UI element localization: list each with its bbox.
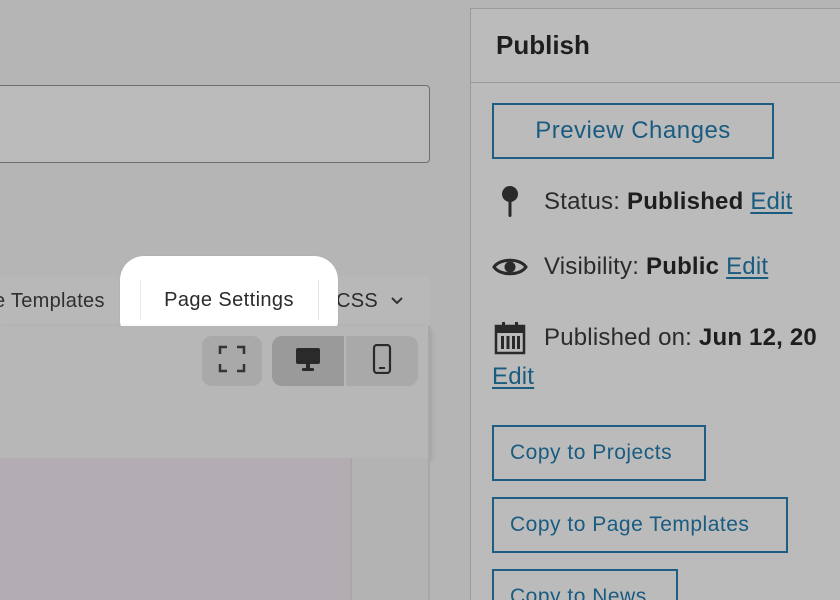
chevron-down-icon xyxy=(390,293,404,309)
status-label: Status: xyxy=(544,188,621,215)
copy-to-projects-button[interactable]: Copy to Projects xyxy=(492,425,706,481)
mobile-view-button[interactable] xyxy=(346,336,418,386)
preview-canvas xyxy=(0,458,430,600)
visibility-value: Public xyxy=(646,253,720,280)
visibility-edit-link[interactable]: Edit xyxy=(726,253,768,281)
desktop-view-button[interactable] xyxy=(272,336,344,386)
publish-panel: Publish Preview Changes Status: Publishe… xyxy=(470,8,840,600)
published-row: Published on: Jun 12, 20 xyxy=(492,321,817,355)
preview-toolbar xyxy=(0,326,430,458)
canvas-rail xyxy=(428,326,430,600)
visibility-label: Visibility: xyxy=(544,253,640,280)
published-label: Published on: xyxy=(544,324,693,351)
visibility-row: Visibility: Public Edit xyxy=(492,253,768,281)
calendar-icon xyxy=(492,321,528,355)
tab-divider xyxy=(140,280,141,320)
tab-page-settings-label: Page Settings xyxy=(164,288,294,311)
status-value: Published xyxy=(626,188,744,215)
status-row: Status: Published Edit xyxy=(492,185,793,219)
published-date: Jun 12, 20 xyxy=(698,324,817,351)
pin-icon xyxy=(492,185,528,219)
fullscreen-button[interactable] xyxy=(202,336,262,386)
published-edit-link[interactable]: Edit xyxy=(492,363,534,391)
tab-divider xyxy=(318,280,319,320)
preview-changes-button[interactable]: Preview Changes xyxy=(492,103,774,159)
tab-templates[interactable]: e Templates xyxy=(0,276,140,326)
tab-templates-label: e Templates xyxy=(0,289,105,312)
desktop-icon xyxy=(294,345,322,378)
copy-to-news-button[interactable]: Copy to News xyxy=(492,569,678,600)
eye-icon xyxy=(492,255,528,279)
publish-heading: Publish xyxy=(471,9,840,83)
tab-css-label: CSS xyxy=(336,289,379,312)
page-title-input[interactable] xyxy=(0,85,430,163)
copy-to-page-templates-button[interactable]: Copy to Page Templates xyxy=(492,497,788,553)
mobile-icon xyxy=(370,343,394,379)
status-edit-link[interactable]: Edit xyxy=(750,188,792,216)
fullscreen-icon xyxy=(218,345,246,378)
canvas-frame xyxy=(0,458,352,600)
